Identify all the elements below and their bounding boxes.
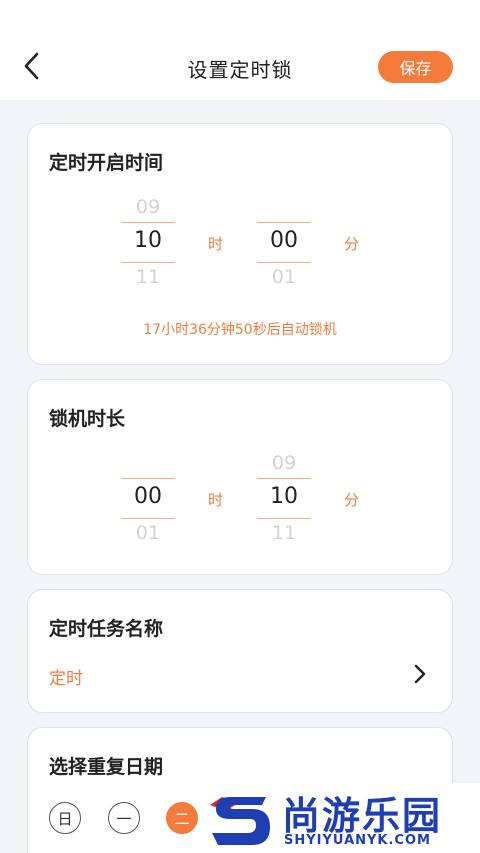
picker-divider	[121, 518, 175, 519]
countdown-text: 17小时36分钟50秒后自动锁机	[143, 322, 337, 338]
watermark-logo-icon	[210, 797, 270, 845]
duration-hour-selected: 00	[134, 484, 162, 509]
duration-hour-next: 01	[135, 522, 161, 544]
watermark-text: 尚游乐园	[282, 794, 443, 838]
watermark: 尚游乐园 SHYIYUANYK.COM	[200, 783, 480, 853]
day-sunday[interactable]: 日	[49, 802, 81, 834]
picker-divider	[257, 518, 311, 519]
start-time-card: 定时开启时间 09 10 11 时 00 01 分 17小时36分钟50秒后自动…	[27, 123, 453, 365]
start-hour-prev: 09	[135, 196, 161, 218]
picker-divider	[121, 262, 175, 263]
start-time-title: 定时开启时间	[49, 152, 164, 174]
start-hour-selected: 10	[134, 228, 162, 253]
picker-divider	[257, 262, 311, 263]
app-header: 设置定时锁 保存	[0, 0, 480, 100]
task-name-card[interactable]: 定时任务名称 定时	[27, 589, 453, 713]
duration-minute-unit: 分	[344, 491, 360, 509]
start-minute-picker[interactable]: 00 01	[257, 194, 311, 294]
day-monday[interactable]: 一	[108, 802, 140, 834]
repeat-days-title: 选择重复日期	[49, 756, 164, 778]
duration-hour-unit: 时	[208, 491, 224, 509]
task-name-value: 定时	[49, 669, 83, 689]
duration-minute-picker[interactable]: 09 10 11	[257, 450, 311, 550]
lock-duration-card: 锁机时长 00 01 时 09 10 11 分	[27, 379, 453, 575]
day-tuesday[interactable]: 二	[166, 802, 198, 834]
start-minute-selected: 00	[270, 228, 298, 253]
picker-divider	[257, 222, 311, 223]
duration-minute-prev: 09	[271, 452, 297, 474]
start-hour-picker[interactable]: 09 10 11	[121, 194, 175, 294]
save-button[interactable]: 保存	[378, 51, 453, 83]
start-minute-unit: 分	[344, 235, 360, 253]
duration-minute-selected: 10	[270, 484, 298, 509]
picker-divider	[121, 478, 175, 479]
duration-minute-next: 11	[271, 522, 297, 544]
picker-divider	[121, 222, 175, 223]
start-hour-next: 11	[135, 266, 161, 288]
chevron-right-icon[interactable]	[410, 662, 430, 686]
start-hour-unit: 时	[208, 235, 224, 253]
lock-duration-title: 锁机时长	[49, 408, 126, 430]
watermark-url: SHYIYUANYK.COM	[284, 833, 431, 848]
task-name-title: 定时任务名称	[49, 618, 164, 640]
picker-divider	[257, 478, 311, 479]
duration-hour-picker[interactable]: 00 01	[121, 450, 175, 550]
start-minute-next: 01	[271, 266, 297, 288]
